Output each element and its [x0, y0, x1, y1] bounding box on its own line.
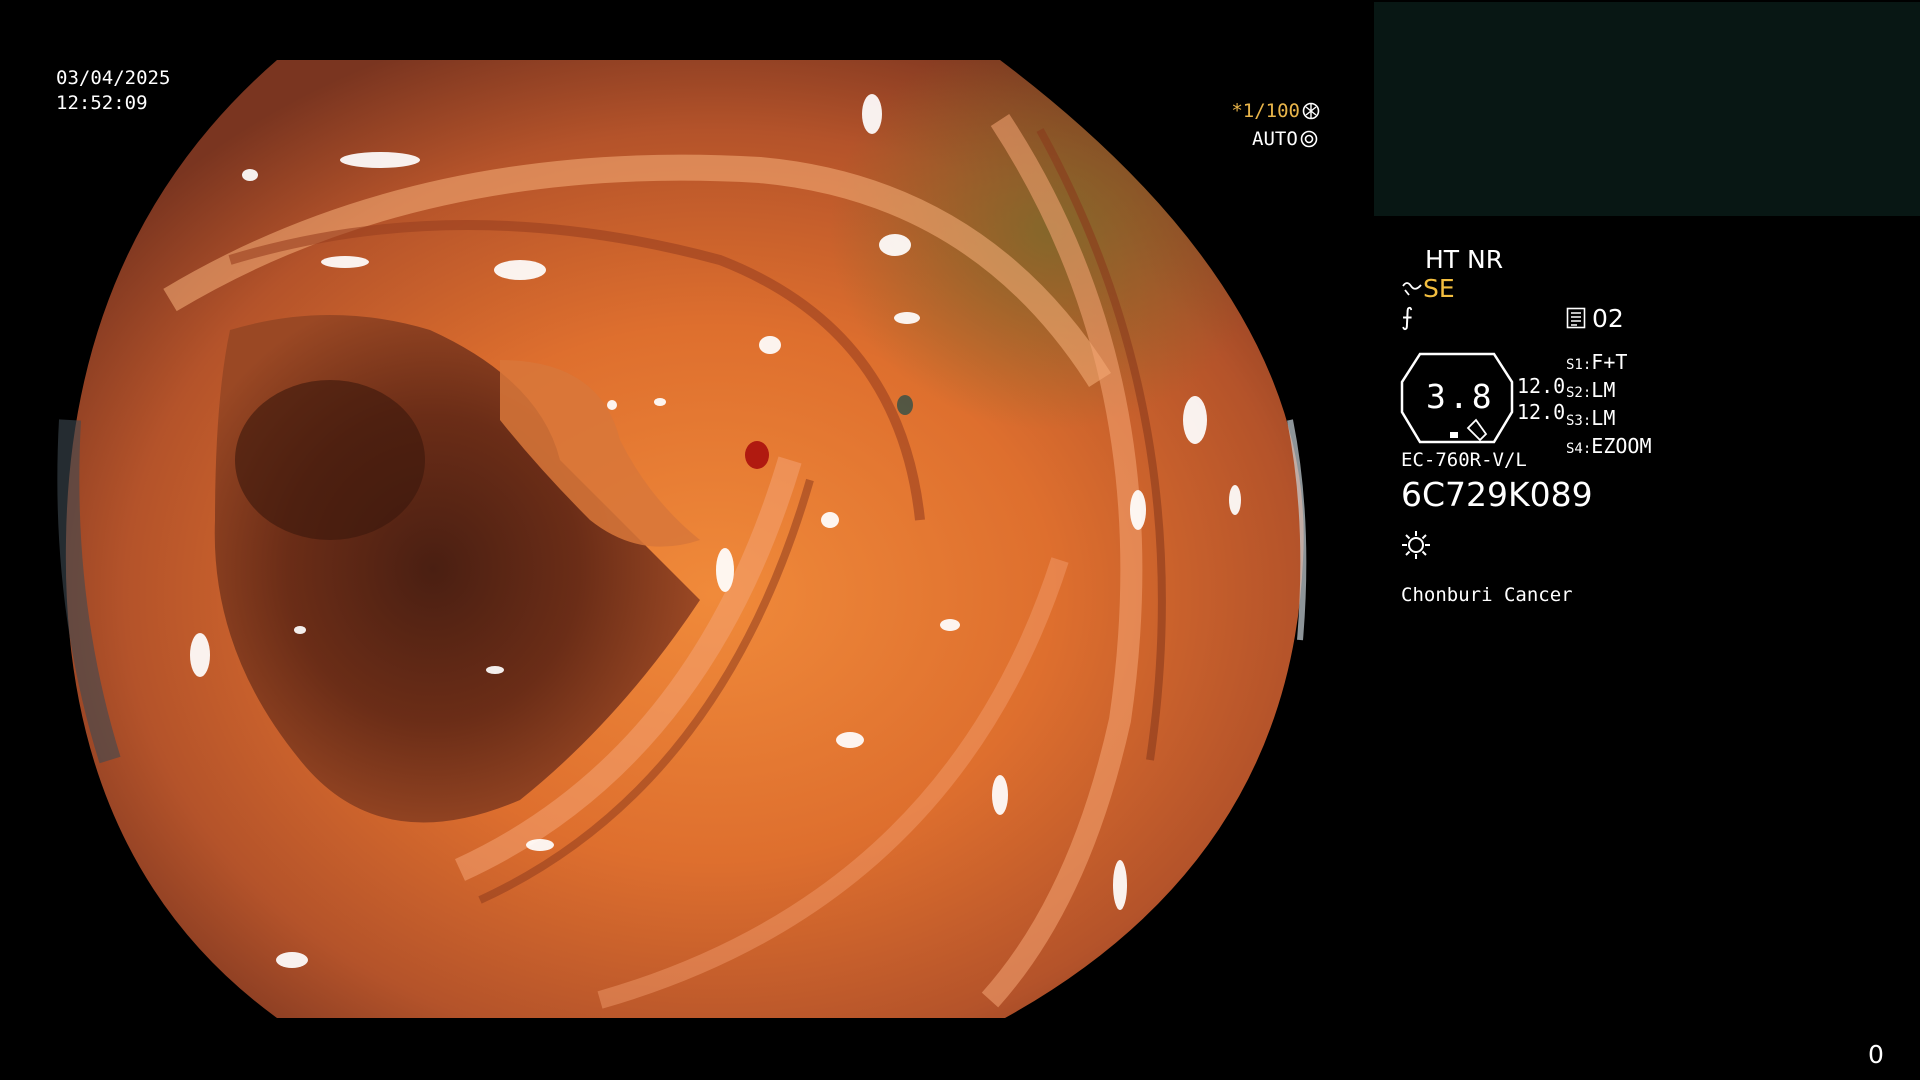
record-count-value: 02 [1592, 304, 1624, 333]
thumbnail-panel [1374, 2, 1920, 216]
date-time-stamp: 03/04/2025 12:52:09 [56, 66, 170, 116]
endoscope-view [0, 0, 1372, 1080]
color-tone-icon: ⨍ [1401, 303, 1414, 331]
zoom-value-2: 12.0 [1517, 400, 1566, 424]
date-label: 03/04/2025 [56, 67, 171, 89]
switch-row-2: S2:LM [1566, 378, 1652, 406]
switch-key: S4: [1566, 441, 1592, 457]
structure-enhance-value: SE [1423, 274, 1455, 303]
zoom-values: 12.0 12.0 [1517, 373, 1565, 425]
switch-row-3: S3:LM [1566, 406, 1652, 434]
iris-mode-readout: AUTO [1252, 130, 1318, 149]
switch-value: LM [1591, 406, 1616, 430]
switch-key: S3: [1566, 413, 1592, 429]
switch-row-4: S4:EZOOM [1566, 434, 1652, 462]
record-count-row: 02 [1566, 306, 1624, 331]
time-label: 12:52:09 [56, 92, 148, 114]
switch-value: EZOOM [1591, 434, 1652, 458]
enhancement-mode: HT NR [1425, 245, 1504, 274]
switch-assignments: S1:F+T S2:LM S3:LM S4:EZOOM [1566, 350, 1652, 462]
switch-key: S1: [1566, 357, 1592, 373]
iris-icon [1300, 130, 1318, 148]
hospital-name: Chonburi Cancer [1401, 584, 1573, 606]
switch-key: S2: [1566, 385, 1592, 401]
structure-enhance-row: SE [1401, 276, 1455, 301]
frame-counter: 0 [1868, 1040, 1884, 1069]
iris-mode-label: AUTO [1252, 128, 1298, 150]
shutter-speed-readout: *1/100 [1228, 102, 1320, 121]
colon-lumen-image [0, 0, 1372, 1080]
zoom-level-value: 3.8 [1426, 377, 1495, 416]
switch-value: F+T [1591, 350, 1628, 374]
scope-serial: 6C729K089 [1401, 475, 1593, 514]
light-source-icon [1402, 531, 1430, 559]
scope-model: EC-760R-V/L [1401, 449, 1527, 471]
structure-enhance-icon [1402, 282, 1422, 296]
record-icon [1566, 307, 1586, 329]
switch-row-1: S1:F+T [1566, 350, 1652, 378]
zoom-value-1: 12.0 [1517, 374, 1566, 398]
switch-value: LM [1591, 378, 1616, 402]
aperture-icon [1302, 102, 1320, 120]
shutter-speed-value: *1/100 [1231, 100, 1300, 122]
